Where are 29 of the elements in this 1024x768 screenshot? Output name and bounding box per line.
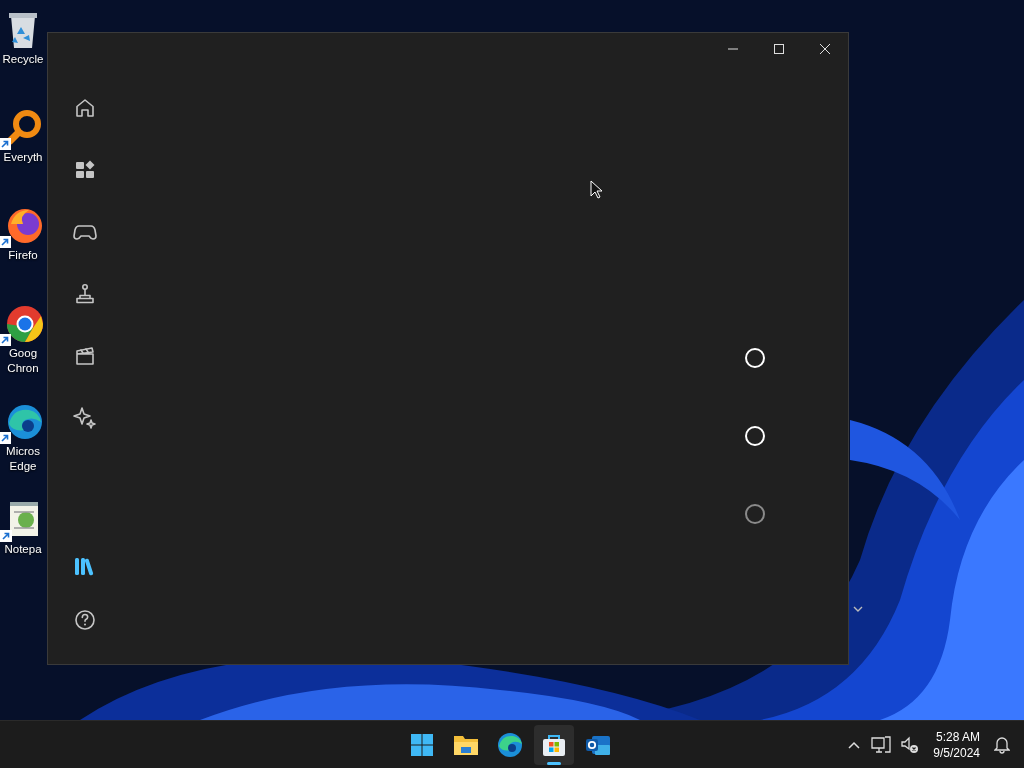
bell-icon[interactable] bbox=[994, 735, 1010, 754]
sparkle-icon[interactable] bbox=[73, 406, 97, 430]
network-monitor-icon[interactable] bbox=[871, 735, 892, 754]
clapperboard-icon[interactable] bbox=[74, 345, 96, 367]
apps-icon[interactable] bbox=[74, 159, 96, 181]
store-bag-icon bbox=[541, 732, 567, 758]
wave-globe-icon bbox=[497, 732, 523, 758]
icon-label: Chron bbox=[7, 361, 39, 376]
help-icon[interactable] bbox=[74, 609, 96, 631]
icon-label: Recycle bbox=[2, 52, 44, 67]
home-icon[interactable] bbox=[74, 97, 96, 119]
icon-label: Edge bbox=[9, 459, 37, 474]
icon-label: Micros bbox=[6, 444, 40, 459]
icon-label: Goog bbox=[8, 346, 38, 361]
start-icon bbox=[410, 733, 434, 757]
chevron-down-icon[interactable] bbox=[852, 605, 864, 613]
joystick-icon[interactable] bbox=[74, 283, 96, 305]
icon-label: Firefo bbox=[8, 248, 38, 263]
mouse-pointer-icon bbox=[590, 180, 603, 199]
folder-icon bbox=[453, 734, 479, 756]
active-indicator bbox=[547, 762, 561, 765]
taskbar-button[interactable] bbox=[534, 725, 574, 765]
clock-date[interactable]: 9/5/2024 bbox=[933, 744, 980, 761]
clock-time[interactable]: 5:28 AM bbox=[935, 728, 980, 745]
icon-label: Everyth bbox=[3, 150, 43, 165]
books-icon[interactable] bbox=[74, 556, 96, 576]
chevron-up-icon[interactable] bbox=[847, 739, 862, 750]
icon-label: Notepa bbox=[4, 542, 42, 557]
speaker-muted-icon[interactable] bbox=[901, 735, 920, 754]
